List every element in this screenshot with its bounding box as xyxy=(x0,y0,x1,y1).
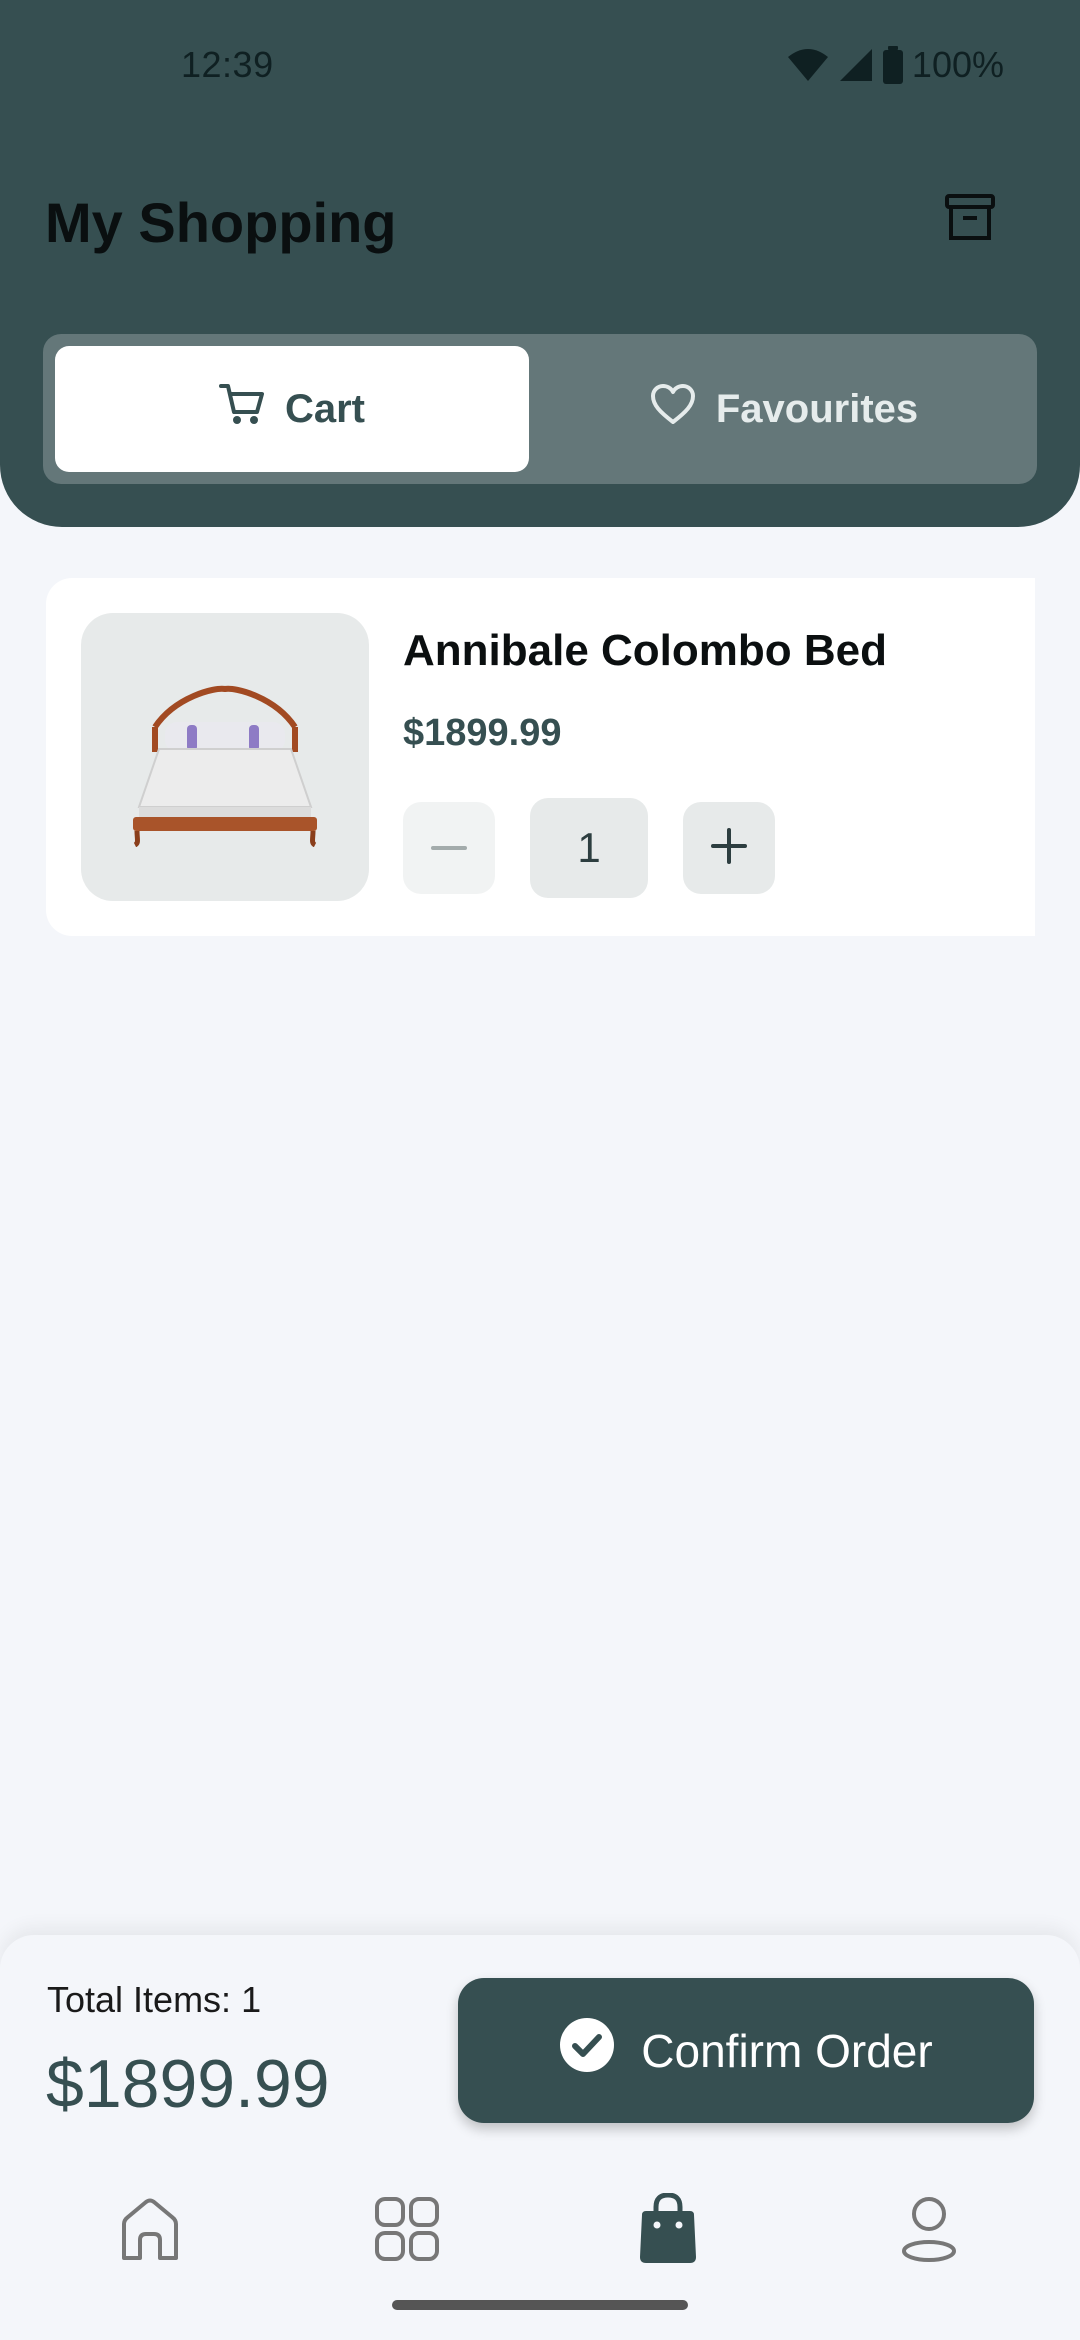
decrease-quantity-button[interactable] xyxy=(403,802,495,894)
archive-icon xyxy=(944,192,996,249)
order-summary: Total Items: 1 $1899.99 Confirm Order xyxy=(0,1935,1080,2165)
status-icons: 100% xyxy=(786,44,1004,86)
increase-quantity-button[interactable] xyxy=(683,802,775,894)
signal-icon xyxy=(838,47,874,83)
tab-favourites-label: Favourites xyxy=(715,386,919,431)
profile-icon xyxy=(901,2196,957,2267)
minus-icon xyxy=(431,839,467,857)
product-price: $1899.99 xyxy=(403,712,562,754)
nav-home[interactable] xyxy=(110,2191,190,2271)
battery-icon xyxy=(882,46,904,84)
tab-cart[interactable]: Cart xyxy=(55,346,529,472)
product-name: Annibale Colombo Bed xyxy=(403,626,887,675)
wifi-icon xyxy=(786,47,830,83)
tab-cart-label: Cart xyxy=(284,386,366,431)
nav-profile[interactable] xyxy=(889,2191,969,2271)
archive-button[interactable] xyxy=(940,190,1000,250)
bottom-nav xyxy=(0,2165,1080,2340)
heart-icon xyxy=(650,383,696,435)
cart-item-card[interactable]: Annibale Colombo Bed $1899.99 1 xyxy=(46,578,1035,936)
status-time: 12:39 xyxy=(181,44,274,85)
confirm-order-button[interactable]: Confirm Order xyxy=(458,1978,1034,2123)
page-title: My Shopping xyxy=(45,191,397,254)
plus-icon xyxy=(711,827,747,869)
tab-bar: Cart Favourites xyxy=(43,334,1037,484)
battery-percent: 100% xyxy=(911,44,1004,85)
total-items: Total Items: 1 xyxy=(47,1979,262,2020)
tab-favourites[interactable]: Favourites xyxy=(543,346,1025,472)
bed-image xyxy=(133,685,317,847)
cart-icon xyxy=(218,382,265,436)
confirm-order-label: Confirm Order xyxy=(641,2024,933,2077)
grid-icon xyxy=(375,2196,439,2266)
check-circle-icon xyxy=(559,2017,615,2084)
shopping-bag-icon xyxy=(636,2191,700,2270)
quantity-value: 1 xyxy=(530,798,648,898)
nav-categories[interactable] xyxy=(367,2191,447,2271)
total-price: $1899.99 xyxy=(46,2046,330,2122)
nav-shopping[interactable] xyxy=(628,2191,708,2271)
home-indicator xyxy=(392,2300,688,2310)
product-image xyxy=(81,613,369,901)
header: 12:39 100% My Shopping Cart Favourites xyxy=(0,0,1080,527)
home-icon xyxy=(118,2196,182,2267)
